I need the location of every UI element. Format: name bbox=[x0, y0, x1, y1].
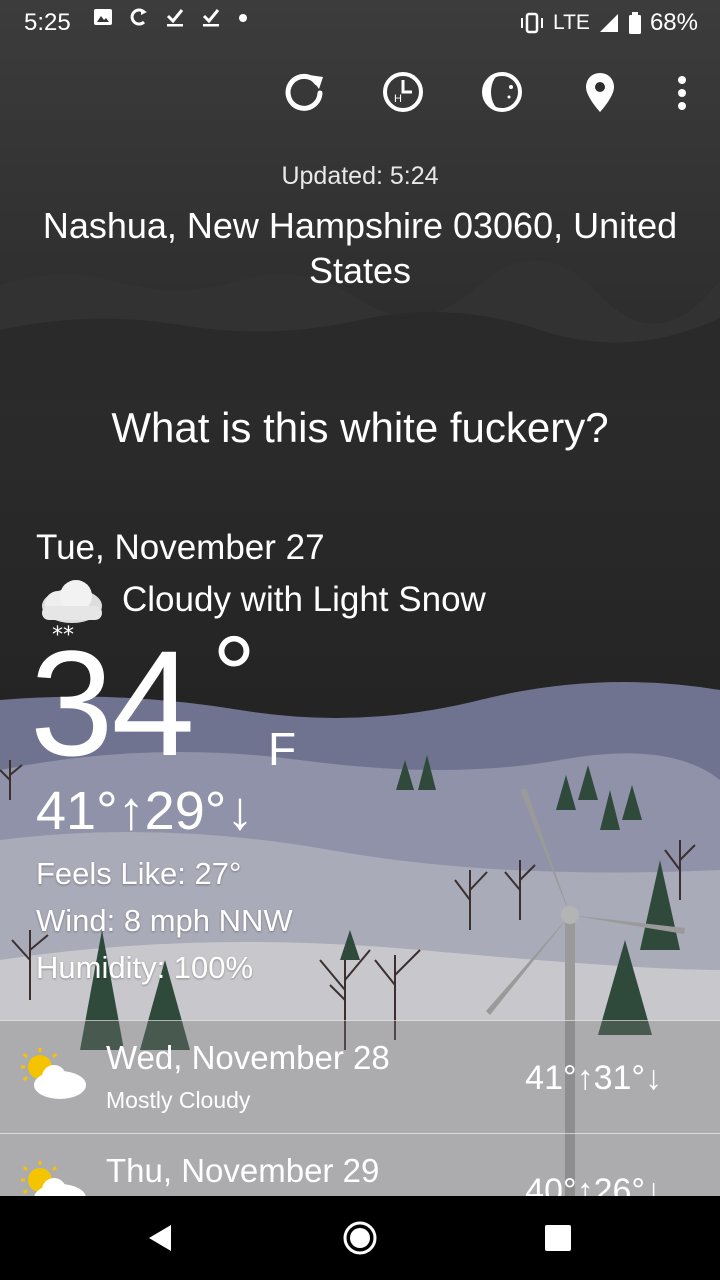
current-date: Tue, November 27 bbox=[36, 528, 325, 567]
vibrate-icon bbox=[520, 12, 543, 34]
image-icon bbox=[94, 9, 112, 25]
recents-icon bbox=[545, 1225, 571, 1251]
battery-icon bbox=[628, 12, 641, 34]
back-button[interactable] bbox=[138, 1216, 182, 1260]
status-bar: 5:25 LTE 68% bbox=[0, 0, 720, 44]
forecast-temps: 41°↑31°↓ bbox=[525, 1059, 662, 1097]
location-pin-icon bbox=[586, 73, 614, 112]
moon-phase-icon bbox=[482, 72, 522, 112]
sync-icon bbox=[130, 8, 147, 26]
hourly-forecast-button[interactable]: H bbox=[377, 66, 429, 118]
check-download-icon bbox=[166, 9, 184, 27]
temperature-unit: F bbox=[268, 723, 297, 775]
navigation-bar bbox=[0, 1196, 720, 1280]
home-button[interactable] bbox=[338, 1216, 382, 1260]
more-options-icon bbox=[678, 76, 686, 110]
degree-symbol: ° bbox=[212, 614, 256, 737]
forecast-temps: 40°↑26°↓ bbox=[525, 1172, 662, 1197]
current-condition: Cloudy with Light Snow bbox=[122, 580, 486, 619]
weather-headline: What is this white fuckery? bbox=[111, 404, 609, 451]
forecast-row[interactable]: Thu, November 29 40°↑26°↓ bbox=[0, 1133, 720, 1197]
moon-phase-button[interactable] bbox=[476, 66, 528, 118]
feels-like: Feels Like: 27° bbox=[36, 856, 242, 891]
network-type: LTE bbox=[552, 11, 590, 34]
system-icons: LTE 68% bbox=[519, 9, 698, 37]
hourly-icon: H bbox=[383, 72, 423, 112]
notification-icons bbox=[92, 6, 250, 28]
forecast-condition: Mostly Cloudy bbox=[106, 1087, 251, 1113]
refresh-button[interactable] bbox=[278, 66, 330, 118]
current-temperature: 34 bbox=[30, 619, 195, 787]
more-options-button[interactable] bbox=[656, 66, 708, 118]
partly-sunny-icon bbox=[21, 1048, 86, 1099]
status-time: 5:25 bbox=[24, 9, 71, 36]
forecast-row[interactable]: Wed, November 28 Mostly Cloudy 41°↑31°↓ bbox=[0, 1020, 720, 1133]
location-name[interactable]: Nashua, New Hampshire 03060, United Stat… bbox=[40, 203, 680, 293]
updated-time: Updated: 5:24 bbox=[281, 162, 439, 190]
recents-button[interactable] bbox=[536, 1216, 580, 1260]
battery-percent: 68% bbox=[649, 9, 698, 36]
dot-icon bbox=[239, 14, 247, 22]
signal-icon bbox=[599, 14, 618, 32]
refresh-icon bbox=[285, 73, 323, 111]
wind: Wind: 8 mph NNW bbox=[36, 903, 293, 938]
forecast-date: Wed, November 28 bbox=[106, 1039, 390, 1076]
forecast-date: Thu, November 29 bbox=[106, 1152, 380, 1189]
humidity: Humidity: 100% bbox=[36, 950, 254, 985]
home-icon bbox=[343, 1221, 377, 1255]
high-low-temperature: 41°↑29°↓ bbox=[36, 781, 254, 841]
svg-text:H: H bbox=[394, 93, 402, 105]
back-icon bbox=[149, 1225, 171, 1251]
partly-sunny-icon bbox=[21, 1161, 86, 1197]
location-button[interactable] bbox=[574, 66, 626, 118]
check-download-icon bbox=[202, 9, 220, 27]
